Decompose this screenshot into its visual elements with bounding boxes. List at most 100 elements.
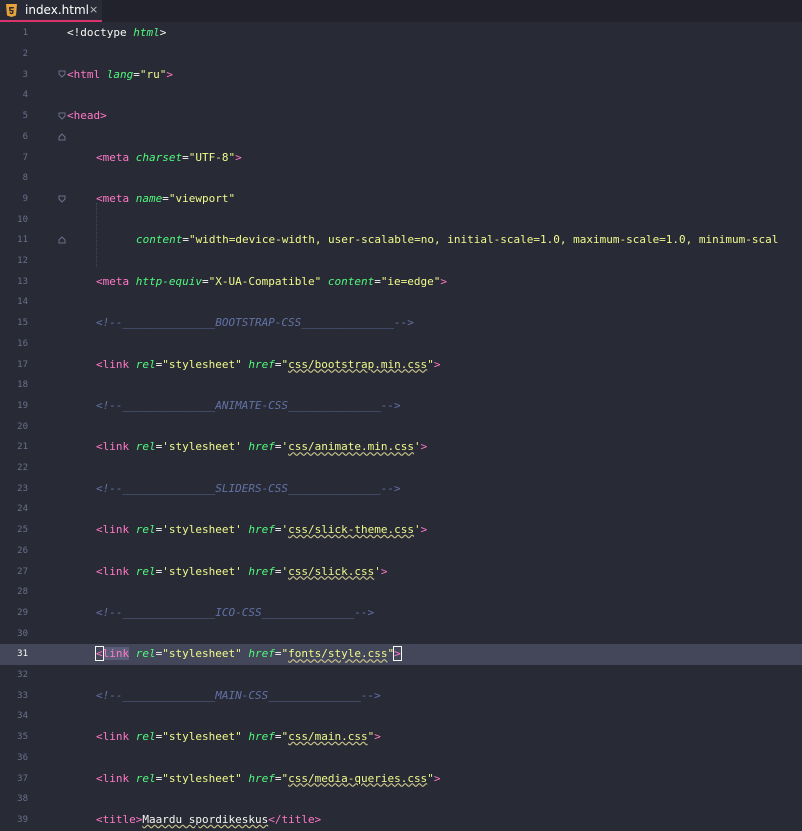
code-line[interactable]: 28 (0, 582, 802, 603)
line-number: 34 (17, 711, 28, 722)
code-line[interactable]: 12 (0, 251, 802, 272)
code-line[interactable]: 25 <link rel='stylesheet' href='css/slic… (0, 520, 802, 541)
code-text: <link rel='stylesheet' href='css/slick-t… (96, 523, 428, 537)
line-number: 18 (17, 380, 28, 391)
code-line[interactable]: 35 <link rel="stylesheet" href="css/main… (0, 727, 802, 748)
line-number: 29 (17, 607, 28, 618)
line-number: 15 (17, 318, 28, 329)
line-number: 32 (17, 670, 28, 681)
line-number: 24 (17, 504, 28, 515)
line-number: 31 (17, 649, 28, 660)
code-line[interactable]: 18 (0, 375, 802, 396)
code-line[interactable]: 23 <!--______________SLIDERS-CSS________… (0, 478, 802, 499)
code-text: <link rel='stylesheet' href='css/animate… (96, 440, 428, 454)
line-number: 39 (17, 814, 28, 825)
code-line[interactable]: 36 (0, 748, 802, 769)
code-line[interactable]: 5 <head> (0, 106, 802, 127)
fold-toggle-icon[interactable] (58, 195, 66, 203)
line-number: 22 (17, 463, 28, 474)
code-line[interactable]: 9 <meta name="viewport" (0, 189, 802, 210)
line-number: 25 (17, 525, 28, 536)
code-line[interactable]: 33 <!--______________MAIN-CSS___________… (0, 685, 802, 706)
code-text: <head> (67, 109, 107, 123)
code-line[interactable]: 32 (0, 665, 802, 686)
code-text: <title>Maardu spordikeskus</title> (96, 812, 322, 826)
code-line[interactable]: 29 <!--______________ICO-CSS____________… (0, 603, 802, 624)
close-tab-icon[interactable]: × (89, 3, 98, 16)
fold-toggle-icon[interactable] (58, 112, 66, 120)
line-number: 38 (17, 794, 28, 805)
code-line[interactable]: 30 (0, 623, 802, 644)
tab-bar: index.html × (0, 0, 802, 22)
code-text: <meta name="viewport" (96, 191, 236, 205)
code-line[interactable]: 37 <link rel="stylesheet" href="css/medi… (0, 768, 802, 789)
code-line-active[interactable]: 31 <link rel="stylesheet" href="fonts/st… (0, 644, 802, 665)
code-line[interactable]: 38 (0, 789, 802, 810)
code-comment: <!--______________ICO-CSS______________-… (96, 605, 375, 619)
code-line[interactable]: 17 <link rel="stylesheet" href="css/boot… (0, 354, 802, 375)
code-line[interactable]: 3 <html lang="ru"> (0, 64, 802, 85)
code-line[interactable]: 20 (0, 416, 802, 437)
line-number: 20 (17, 421, 28, 432)
code-line[interactable]: 22 (0, 458, 802, 479)
line-number: 11 (17, 235, 28, 246)
line-number: 9 (22, 193, 28, 204)
code-line[interactable]: 24 (0, 499, 802, 520)
line-number: 17 (17, 359, 28, 370)
code-line[interactable]: 2 (0, 44, 802, 65)
code-line[interactable]: 21 <link rel='stylesheet' href='css/anim… (0, 437, 802, 458)
line-number: 36 (17, 752, 28, 763)
line-number: 35 (17, 732, 28, 743)
code-text: <meta charset="UTF-8"> (96, 150, 242, 164)
line-number: 10 (17, 214, 28, 225)
fold-end-icon (58, 132, 66, 140)
code-text: <meta http-equiv="X-UA-Compatible" conte… (96, 274, 448, 288)
code-line[interactable]: 26 (0, 541, 802, 562)
code-line[interactable]: 14 (0, 292, 802, 313)
code-text: <html lang="ru"> (67, 67, 173, 81)
line-number: 12 (17, 256, 28, 267)
line-number: 37 (17, 773, 28, 784)
fold-end-icon (58, 236, 66, 244)
line-number: 21 (17, 442, 28, 453)
line-number: 2 (22, 49, 28, 60)
fold-toggle-icon[interactable] (58, 70, 66, 79)
code-line[interactable]: 6 (0, 127, 802, 148)
code-line[interactable]: 1 <!doctype html> (0, 23, 802, 44)
code-line[interactable]: 15 <!--______________BOOTSTRAP-CSS______… (0, 313, 802, 334)
code-comment: <!--______________ANIMATE-CSS___________… (96, 398, 401, 412)
code-line[interactable]: 34 (0, 706, 802, 727)
tab-index-html[interactable]: index.html × (0, 0, 102, 22)
code-comment: <!--______________MAIN-CSS______________… (96, 688, 381, 702)
line-number: 33 (17, 690, 28, 701)
line-number: 14 (17, 297, 28, 308)
code-text: <link rel="stylesheet" href="css/media-q… (96, 771, 441, 785)
code-line[interactable]: 16 (0, 334, 802, 355)
tab-label: index.html (25, 3, 89, 17)
line-number: 27 (17, 566, 28, 577)
code-line[interactable]: 19 <!--______________ANIMATE-CSS________… (0, 396, 802, 417)
line-number: 7 (22, 152, 28, 163)
line-number: 13 (17, 276, 28, 287)
line-number: 26 (17, 545, 28, 556)
line-number: 4 (22, 90, 28, 101)
line-number: 30 (17, 628, 28, 639)
code-line[interactable]: 8 (0, 168, 802, 189)
line-number: 19 (17, 400, 28, 411)
editor-pane[interactable]: 1 <!doctype html> 2 3 <html lang="ru"> 4… (0, 23, 802, 831)
code-comment: <!--______________SLIDERS-CSS___________… (96, 481, 401, 495)
code-line[interactable]: 10 (0, 209, 802, 230)
code-line[interactable]: 39 <title>Maardu spordikeskus</title> (0, 810, 802, 831)
line-number: 5 (22, 111, 28, 122)
code-line[interactable]: 27 <link rel='stylesheet' href='css/slic… (0, 561, 802, 582)
code-line[interactable]: 4 (0, 85, 802, 106)
line-number: 1 (22, 28, 28, 39)
line-number: 16 (17, 338, 28, 349)
code-line[interactable]: 13 <meta http-equiv="X-UA-Compatible" co… (0, 271, 802, 292)
code-text: <link rel='stylesheet' href='css/slick.c… (96, 564, 388, 578)
code-line[interactable]: 11 content="width=device-width, user-sca… (0, 230, 802, 251)
line-number: 28 (17, 587, 28, 598)
code-comment: <!--______________BOOTSTRAP-CSS_________… (96, 316, 414, 330)
code-line[interactable]: 7 <meta charset="UTF-8"> (0, 147, 802, 168)
line-number: 8 (22, 173, 28, 184)
